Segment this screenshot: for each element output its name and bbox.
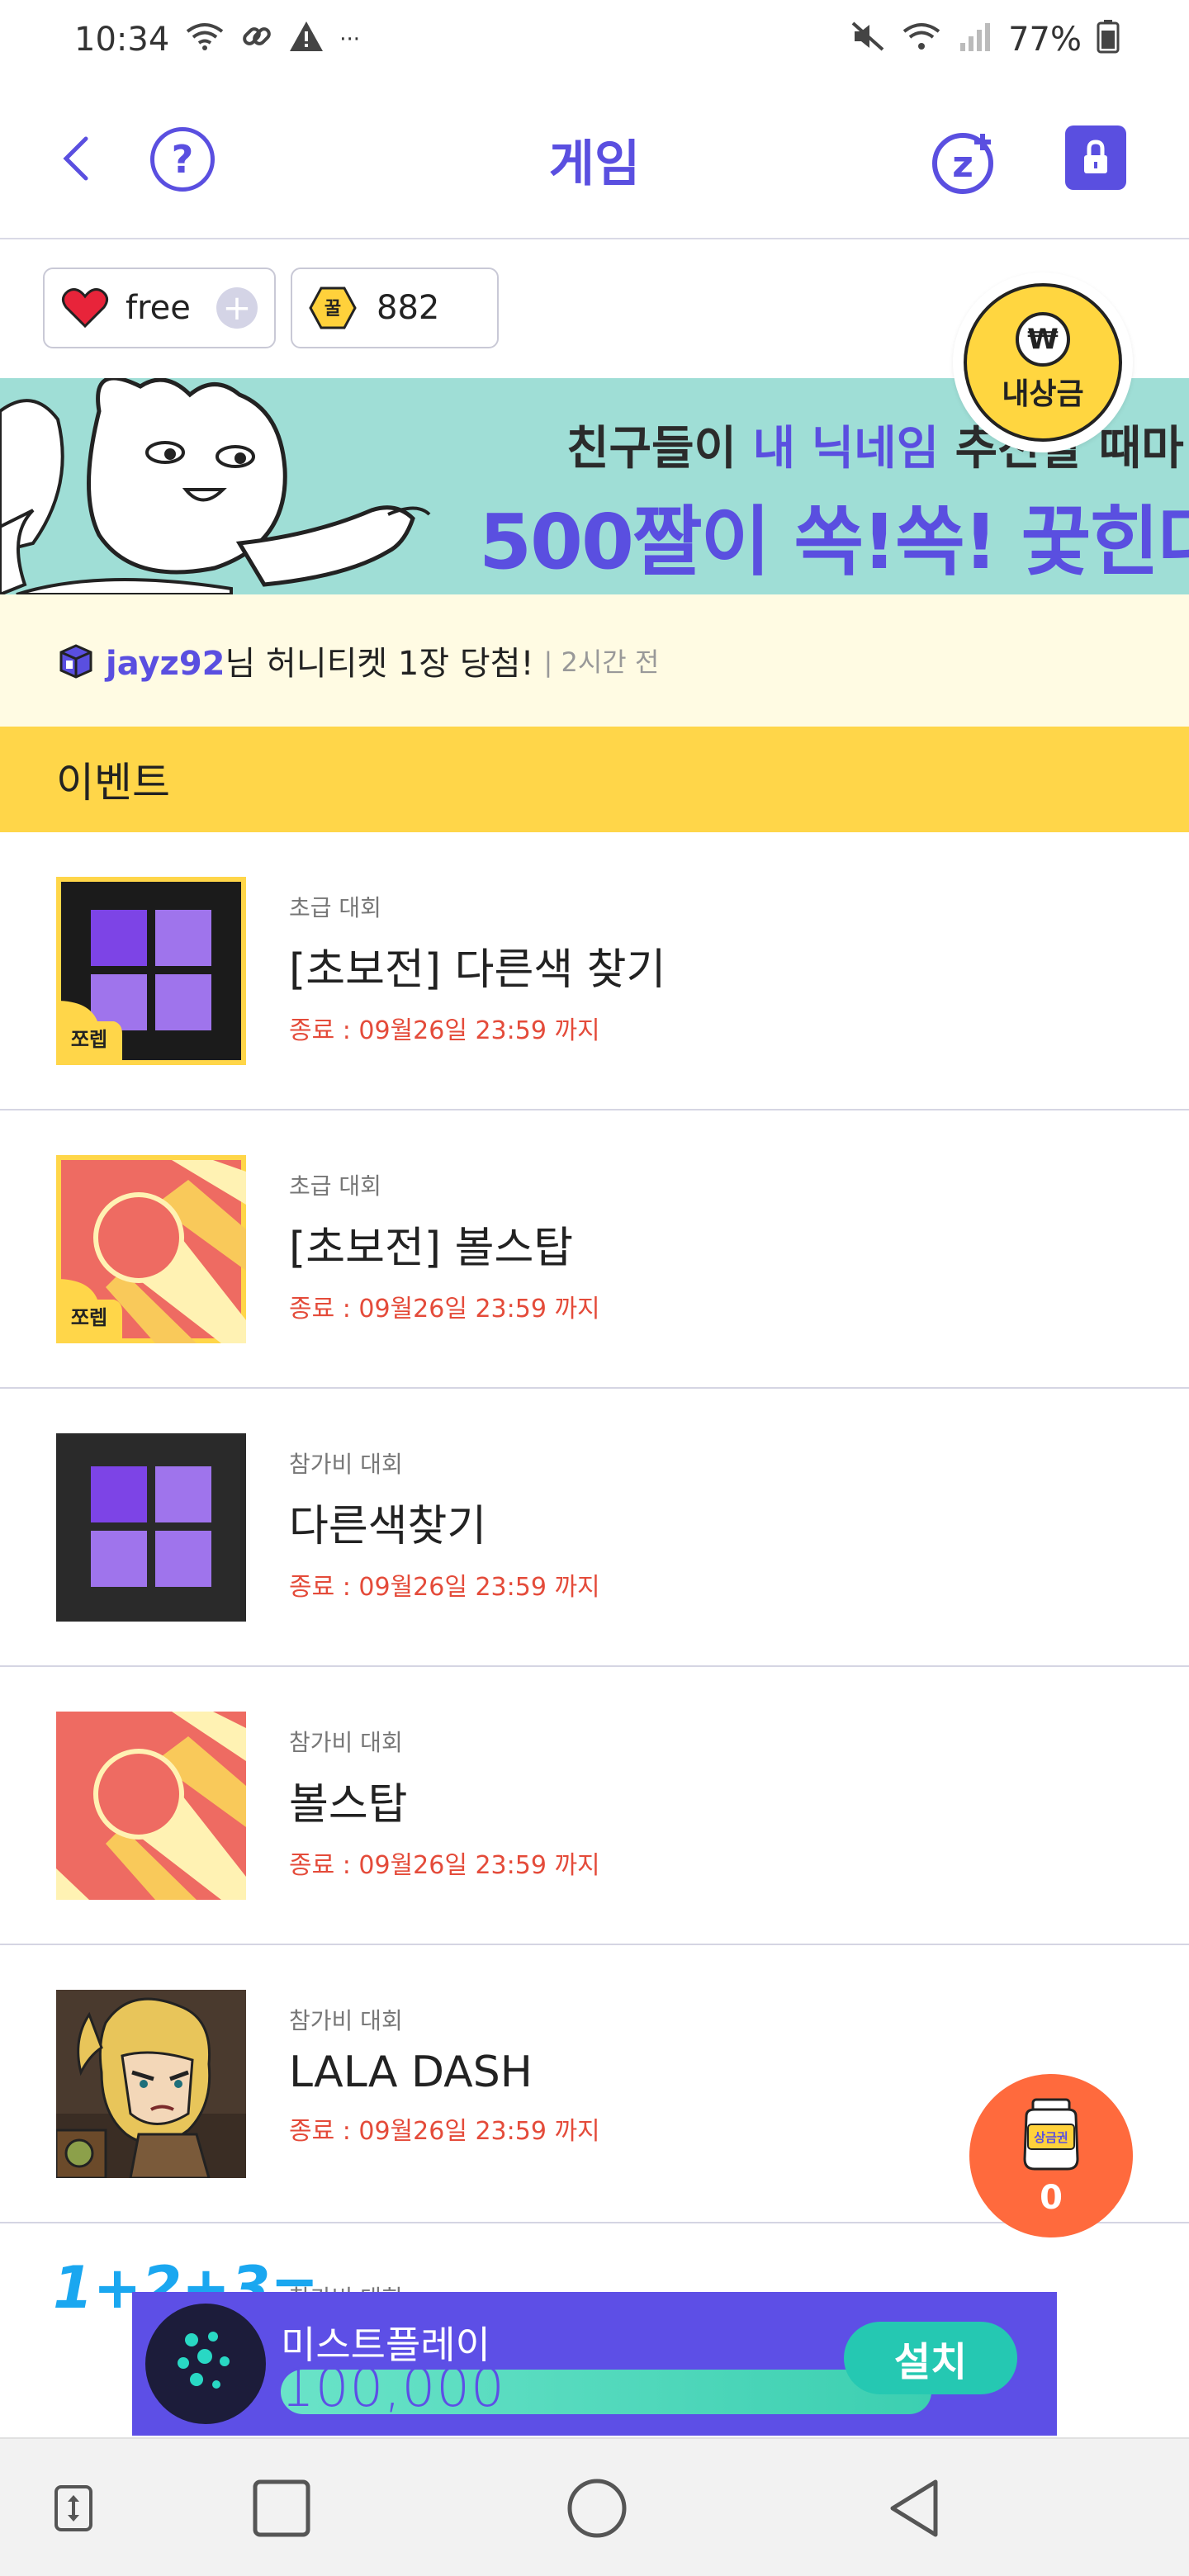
lock-button[interactable] [1065, 125, 1126, 190]
prize-ticket-button[interactable]: 상금권 0 [969, 2074, 1133, 2237]
ticket-jar-icon: 상금권 [1023, 2098, 1079, 2171]
won-icon: ₩ [1016, 312, 1070, 367]
system-nav-bar [0, 2437, 1189, 2576]
ticket-jar-label: 상금권 [1034, 2130, 1068, 2145]
event-title: 다른색찾기 [289, 1502, 487, 1551]
event-category: 참가비 대회 [289, 2007, 403, 2034]
link-icon [240, 20, 273, 60]
event-category: 초급 대회 [289, 1172, 381, 1200]
recents-icon [253, 2479, 310, 2537]
event-item[interactable]: 참가비 대회 다른색찾기 종료 : 09월26일 23:59 까지 [0, 1389, 1189, 1667]
winner-username[interactable]: jayz92 [106, 645, 225, 683]
event-item[interactable]: 쪼렙 초급 대회 [초보전] 다른색 찾기 종료 : 09월26일 23:59 … [0, 832, 1189, 1110]
status-right: 77% [850, 19, 1120, 61]
event-item[interactable]: 쪼렙 초급 대회 [초보전] 볼스탑 종료 : 09월26일 23:59 까지 [0, 1110, 1189, 1389]
status-time: 10:34 [74, 21, 170, 59]
event-category: 초급 대회 [289, 894, 381, 921]
game-thumbnail-ball-stop [56, 1712, 246, 1900]
my-prize-button[interactable]: ₩ 내상금 [953, 272, 1133, 452]
event-item[interactable]: 참가비 대회 볼스탑 종료 : 09월26일 23:59 까지 [0, 1667, 1189, 1945]
honey-pill[interactable]: 꿀 882 [291, 268, 499, 348]
event-text: 초급 대회 [초보전] 다른색 찾기 종료 : 09월26일 23:59 까지 [289, 890, 666, 1046]
add-hearts-button[interactable]: + [216, 287, 258, 329]
event-category: 참가비 대회 [289, 1729, 403, 1756]
gift-box-icon [59, 644, 92, 679]
battery-percent: 77% [1008, 21, 1082, 59]
event-text: 참가비 대회 볼스탑 종료 : 09월26일 23:59 까지 [289, 1725, 600, 1881]
battery-icon [1097, 19, 1120, 61]
event-item-partial[interactable]: 1+2+3= 참가비 대회 [0, 2221, 1189, 2322]
hearts-pill[interactable]: free + [43, 268, 276, 348]
nav-toggle-button[interactable] [36, 2474, 111, 2543]
swap-vertical-icon [54, 2485, 92, 2531]
home-circle-icon [567, 2479, 627, 2538]
event-title: 볼스탑 [289, 1780, 408, 1830]
banner-headline-highlight: 내 닉네임 [752, 422, 940, 476]
event-category: 참가비 대회 [289, 1451, 403, 1478]
ad-reward-amount: 100,000 [281, 2358, 505, 2419]
honey-value: 882 [377, 289, 440, 327]
event-title: LALA DASH [289, 2048, 533, 2097]
event-deadline: 종료 : 09월26일 23:59 까지 [289, 1016, 600, 1045]
status-bar: 10:34 ··· 77% [0, 0, 1189, 79]
event-deadline: 종료 : 09월26일 23:59 까지 [289, 1573, 600, 1602]
event-deadline: 종료 : 09월26일 23:59 까지 [289, 1851, 600, 1880]
honey-badge-icon: 꿀 [309, 286, 357, 329]
winner-time: | 2시간 전 [543, 646, 660, 678]
honey-badge-label: 꿀 [324, 299, 341, 320]
status-left: 10:34 ··· [74, 20, 360, 60]
currency-row: free + 꿀 882 [43, 268, 499, 348]
cartoon-character-illustration [0, 378, 431, 594]
event-text: 참가비 대회 다른색찾기 종료 : 09월26일 23:59 까지 [289, 1447, 600, 1603]
game-thumbnail-lala-dash [56, 1990, 246, 2178]
ad-banner[interactable]: 미스트플레이 100,000 설치 [132, 2292, 1057, 2436]
event-list: 쪼렙 초급 대회 [초보전] 다른색 찾기 종료 : 09월26일 23:59 … [0, 832, 1189, 2223]
beginner-tag: 쪼렙 [71, 1306, 107, 1329]
zzz-plus-button[interactable]: z [930, 127, 999, 197]
cell-signal-icon [957, 20, 993, 60]
prize-badge: ₩ 내상금 [964, 283, 1122, 442]
event-text: 초급 대회 [초보전] 볼스탑 종료 : 09월26일 23:59 까지 [289, 1168, 600, 1324]
game-thumbnail-color-find: 쪼렙 [56, 877, 246, 1065]
page-title: 게임 [548, 135, 641, 193]
ad-app-icon [145, 2304, 266, 2424]
nav-back-button[interactable] [877, 2474, 951, 2543]
beginner-tag: 쪼렙 [71, 1028, 107, 1051]
more-indicator: ··· [339, 27, 361, 52]
wifi-signal-icon [901, 20, 942, 60]
warning-icon [288, 20, 324, 60]
game-thumbnail-ball-stop: 쪼렙 [56, 1155, 246, 1343]
z-plus-icon: z [932, 133, 993, 194]
section-title-events: 이벤트 [0, 727, 1189, 832]
ticket-count: 0 [1040, 2179, 1063, 2217]
svg-text:z: z [952, 144, 973, 186]
event-text: 참가비 대회 LALA DASH 종료 : 09월26일 23:59 까지 [289, 2003, 600, 2147]
event-title: [초보전] 다른색 찾기 [289, 945, 666, 995]
wifi-icon [184, 20, 225, 60]
app-header: ? 게임 z [0, 79, 1189, 239]
hearts-value: free [126, 289, 191, 327]
lock-icon [1084, 140, 1107, 173]
banner-headline-a: 친구들이 [566, 422, 753, 476]
install-button[interactable]: 설치 [844, 2322, 1017, 2394]
nav-home-button[interactable] [560, 2474, 634, 2543]
banner-subheadline: 500짤이 쏙!쏙! 꿏힌다 [479, 498, 1189, 586]
mute-icon [850, 20, 886, 60]
winner-notice: jayz92님 허니티켓 1장 당첨! | 2시간 전 [0, 594, 1189, 727]
game-thumbnail-color-find [56, 1433, 246, 1622]
prize-label: 내상금 [1002, 377, 1084, 411]
event-deadline: 종료 : 09월26일 23:59 까지 [289, 1295, 600, 1324]
event-title: [초보전] 볼스탑 [289, 1224, 574, 1273]
nav-recents-button[interactable] [244, 2474, 319, 2543]
heart-icon [62, 288, 108, 329]
winner-message: 님 허니티켓 1장 당첨! [225, 645, 534, 683]
event-deadline: 종료 : 09월26일 23:59 까지 [289, 2117, 600, 2146]
back-triangle-icon [890, 2479, 938, 2537]
